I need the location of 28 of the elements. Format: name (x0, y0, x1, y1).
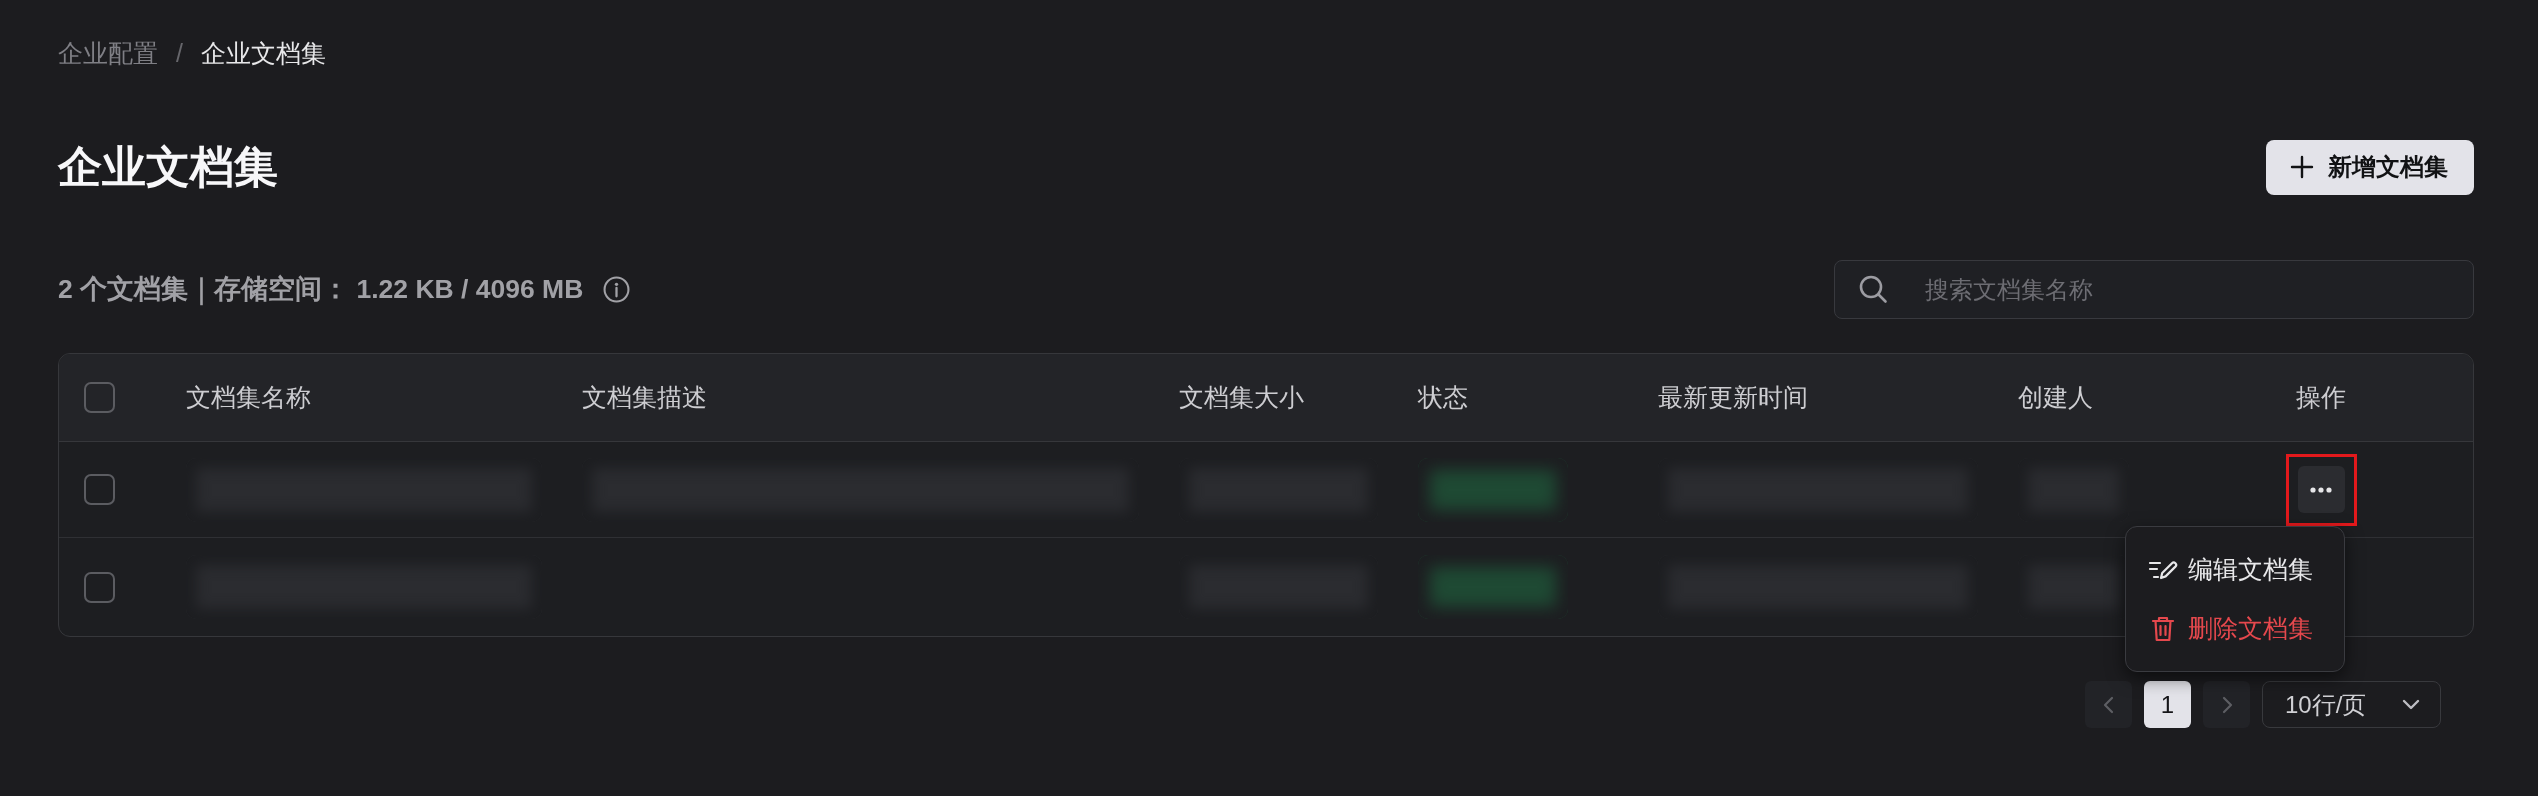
breadcrumb-current: 企业文档集 (200, 38, 326, 69)
column-header: 最新更新时间 (1658, 382, 1808, 411)
delete-menu-item[interactable]: 删除文档集 (2125, 599, 2344, 658)
edit-menu-item[interactable]: 编辑文档集 (2125, 540, 2344, 599)
chevron-left-icon (2101, 694, 2116, 715)
chevron-down-icon (2402, 698, 2420, 711)
new-collection-button[interactable]: 新增文档集 (2266, 139, 2474, 195)
page-button[interactable]: 1 (2144, 681, 2191, 728)
breadcrumb-separator: / (176, 38, 183, 69)
info-icon[interactable] (603, 276, 631, 303)
search-icon (1858, 274, 1888, 304)
column-header: 状态 (1418, 382, 1468, 411)
select-all-checkbox[interactable] (84, 382, 115, 413)
plus-icon (2290, 155, 2314, 179)
more-actions-button[interactable] (2297, 466, 2345, 513)
page-size-select[interactable]: 10行/页 (2262, 681, 2441, 728)
more-icon (2310, 486, 2332, 493)
row-checkbox[interactable] (84, 571, 115, 603)
column-header: 文档集名称 (186, 382, 311, 411)
page-title: 企业文档集 (58, 141, 278, 193)
row-checkbox[interactable] (84, 474, 115, 505)
column-header: 文档集描述 (582, 382, 707, 411)
breadcrumb-link[interactable]: 企业配置 (58, 35, 158, 71)
search-field[interactable]: 搜索文档集名称 (1834, 260, 2474, 319)
storage-summary: 2 个文档集｜存储空间： 1.22 KB / 4096 MB (58, 272, 584, 308)
column-header: 创建人 (2018, 382, 2093, 411)
column-header: 操作 (2296, 382, 2346, 411)
column-header: 文档集大小 (1179, 382, 1304, 411)
